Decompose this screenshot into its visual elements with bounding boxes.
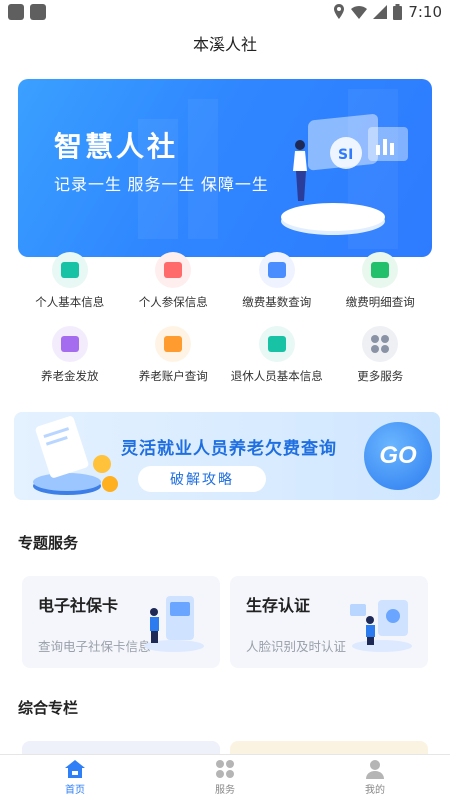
yen-card-icon	[258, 252, 295, 288]
tab-label: 首页	[65, 785, 85, 796]
promo-guide-button[interactable]: 破解攻略	[138, 466, 266, 492]
service-card-subtitle: 查询电子社保卡信息	[38, 640, 151, 654]
grid-item-label: 退休人员基本信息	[230, 371, 323, 383]
account-icon	[155, 326, 192, 362]
page-title: 本溪人社	[192, 37, 257, 54]
home-icon	[65, 760, 85, 778]
clock: 7:10	[408, 3, 442, 21]
promo-title: 灵活就业人员养老欠费查询	[121, 439, 337, 458]
grid-item-label: 个人参保信息	[138, 297, 208, 309]
service-card-title: 电子社保卡	[38, 598, 119, 615]
system-indicators: 7:10	[333, 3, 442, 21]
grid-item-label: 养老金发放	[41, 371, 99, 383]
grid-item-payment-detail[interactable]: 缴费明细查询	[329, 252, 433, 324]
grid-row: 养老金发放 养老账户查询 退休人员基本信息 更多服务	[18, 326, 432, 398]
wifi-icon	[351, 6, 368, 19]
grid-item-personal-info[interactable]: 个人基本信息	[18, 252, 122, 324]
battery-icon	[393, 4, 403, 20]
grid-row: 个人基本信息 个人参保信息 缴费基数查询 缴费明细查询	[18, 252, 432, 324]
quick-services-grid: 个人基本信息 个人参保信息 缴费基数查询 缴费明细查询 养老金发放 养老账户查询…	[18, 252, 432, 398]
esocial-card-illustration	[144, 596, 204, 652]
section-title-special: 专题服务	[18, 535, 79, 552]
grid-item-payment-base[interactable]: 缴费基数查询	[225, 252, 329, 324]
hero-banner[interactable]: 智慧人社 记录一生 服务一生 保障一生 SI	[18, 79, 432, 257]
social-security-illustration: SI	[281, 114, 408, 235]
grid-item-label: 更多服务	[357, 371, 404, 383]
tab-label: 我的	[365, 785, 385, 796]
tab-label: 服务	[215, 785, 235, 796]
signal-icon	[373, 5, 388, 19]
grid-item-label: 个人基本信息	[35, 297, 105, 309]
grid-item-retiree-info[interactable]: 退休人员基本信息	[225, 326, 329, 398]
notification-icon	[30, 4, 46, 20]
location-icon	[334, 4, 345, 19]
banner-title: 智慧人社	[54, 131, 179, 162]
retiree-icon	[258, 326, 295, 362]
arrears-query-promo[interactable]: 灵活就业人员养老欠费查询 破解攻略 GO	[14, 412, 440, 500]
face-recognition-illustration	[350, 600, 412, 652]
services-grid-icon	[216, 760, 234, 778]
service-card-subtitle: 人脸识别及时认证	[246, 640, 347, 654]
notification-icon	[8, 4, 24, 20]
grid-item-pension-payout[interactable]: 养老金发放	[18, 326, 122, 398]
svg-text:SI: SI	[338, 147, 353, 163]
service-card-survival-auth[interactable]: 生存认证 人脸识别及时认证	[230, 576, 428, 668]
tab-home[interactable]: 首页	[0, 755, 150, 800]
pension-icon	[51, 326, 88, 362]
more-services-icon	[362, 326, 399, 362]
notification-icons	[8, 4, 46, 20]
service-card-esocial-card[interactable]: 电子社保卡 查询电子社保卡信息	[22, 576, 220, 668]
section-title-general: 综合专栏	[18, 700, 79, 717]
grid-item-label: 缴费明细查询	[345, 297, 415, 309]
grid-item-more-services[interactable]: 更多服务	[329, 326, 433, 398]
grid-item-insurance-info[interactable]: 个人参保信息	[122, 252, 226, 324]
insurance-card-icon	[155, 252, 192, 288]
tab-profile[interactable]: 我的	[300, 755, 450, 800]
profile-icon	[366, 760, 384, 779]
promo-go-button[interactable]: GO	[364, 422, 432, 490]
bottom-tab-bar: 首页 服务 我的	[0, 754, 450, 800]
grid-item-label: 缴费基数查询	[242, 297, 312, 309]
status-bar: 7:10	[0, 0, 450, 24]
service-card-title: 生存认证	[246, 598, 311, 615]
grid-item-pension-account[interactable]: 养老账户查询	[122, 326, 226, 398]
detail-list-icon	[362, 252, 399, 288]
receipt-coins-illustration	[33, 416, 118, 495]
banner-subtitle: 记录一生 服务一生 保障一生	[54, 177, 269, 194]
grid-item-label: 养老账户查询	[138, 371, 208, 383]
tab-services[interactable]: 服务	[150, 755, 300, 800]
id-card-icon	[51, 252, 88, 288]
